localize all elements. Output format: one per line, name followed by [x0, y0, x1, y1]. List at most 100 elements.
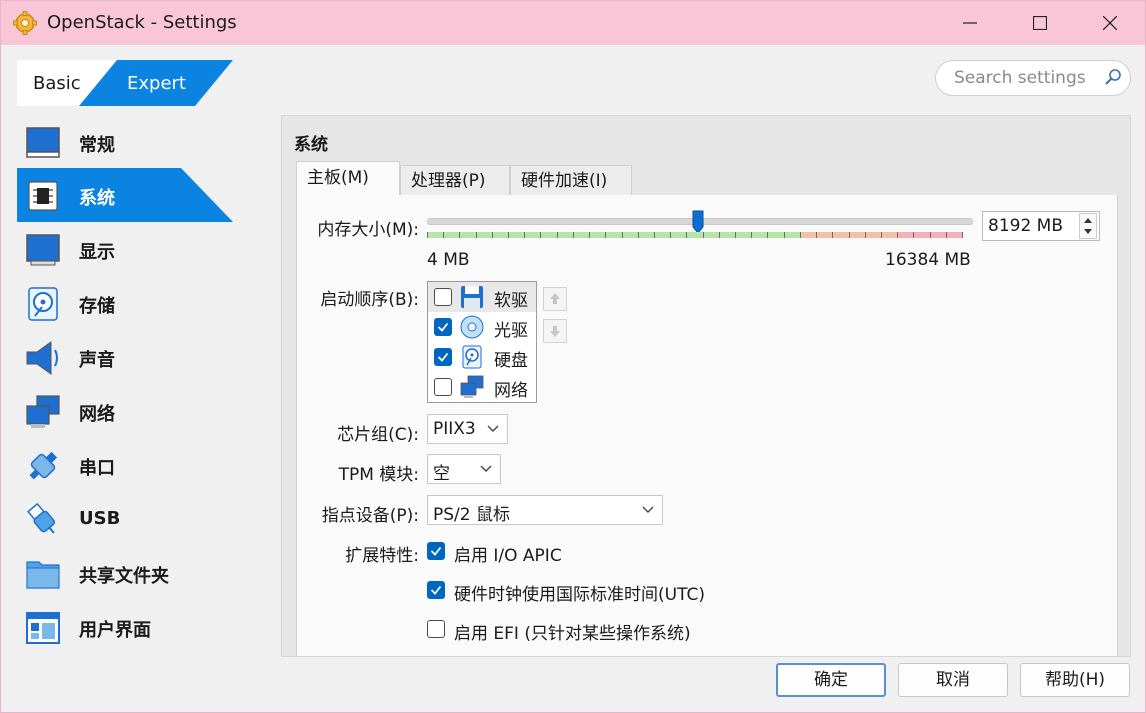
- sidebar-item-user-interface[interactable]: 用户界面: [17, 600, 233, 654]
- slider-tick: [930, 232, 931, 238]
- pointing-device-select[interactable]: PS/2 鼠标: [427, 495, 663, 525]
- slider-tick: [622, 232, 623, 238]
- ok-button[interactable]: 确定: [776, 663, 886, 697]
- sidebar-item-storage[interactable]: 存储: [17, 276, 233, 330]
- slider-tick: [557, 232, 558, 238]
- app-gear-icon: [13, 11, 37, 35]
- maximize-button[interactable]: [1005, 1, 1075, 45]
- boot-harddisk-checkbox[interactable]: [434, 348, 452, 366]
- window-layout-icon: [26, 612, 60, 644]
- network-icon: [460, 375, 484, 398]
- memory-value-input[interactable]: [986, 215, 1076, 237]
- efi-checkbox[interactable]: [427, 620, 445, 638]
- sidebar-item-display[interactable]: 显示: [17, 222, 233, 276]
- hard-disk-icon: [462, 345, 482, 369]
- chipset-value: PIIX3: [433, 419, 476, 439]
- tpm-value: 空: [433, 464, 450, 484]
- sidebar-item-usb[interactable]: USB: [17, 492, 233, 546]
- sidebar-item-general[interactable]: 常规: [17, 115, 233, 169]
- tab-motherboard[interactable]: 主板(M): [296, 161, 400, 195]
- efi-label: 启用 EFI (只针对某些操作系统): [454, 624, 691, 644]
- search-icon[interactable]: [1104, 68, 1122, 86]
- slider-tick: [865, 232, 866, 238]
- chevron-down-icon: [480, 465, 492, 472]
- sidebar-item-serial[interactable]: 串口: [17, 438, 233, 492]
- window-title: OpenStack - Settings: [47, 12, 237, 33]
- close-button[interactable]: [1075, 1, 1145, 45]
- boot-network-checkbox[interactable]: [434, 378, 452, 396]
- tab-acceleration[interactable]: 硬件加速(I): [510, 165, 632, 195]
- mode-expert-button[interactable]: Expert: [127, 73, 186, 94]
- list-item[interactable]: 光驱: [428, 312, 536, 342]
- help-button[interactable]: 帮助(H): [1020, 663, 1130, 697]
- serial-port-icon: [29, 451, 58, 480]
- chipset-select[interactable]: PIIX3: [427, 414, 508, 444]
- chevron-down-icon: [487, 425, 499, 432]
- sidebar-item-label: 系统: [79, 188, 115, 209]
- memory-slider-scale: [427, 232, 963, 238]
- close-icon: [1103, 16, 1117, 30]
- speaker-icon: [26, 341, 58, 375]
- list-item[interactable]: 网络: [428, 372, 536, 402]
- sidebar-item-label: 存储: [79, 296, 115, 317]
- tab-processor[interactable]: 处理器(P): [400, 165, 510, 195]
- sidebar-item-label: 串口: [79, 458, 115, 479]
- sidebar-item-system[interactable]: 系统: [17, 168, 233, 222]
- sidebar-item-audio[interactable]: 声音: [17, 330, 233, 384]
- utc-clock-checkbox[interactable]: [427, 581, 445, 599]
- memory-label: 内存大小(M):: [317, 220, 419, 240]
- cancel-button[interactable]: 取消: [898, 663, 1008, 697]
- ioapic-label: 启用 I/O APIC: [454, 546, 562, 566]
- sidebar-item-label: USB: [79, 508, 121, 529]
- pointing-device-value: PS/2 鼠标: [433, 505, 510, 525]
- arrow-down-icon: [550, 326, 560, 337]
- memory-slider-handle[interactable]: [692, 210, 704, 234]
- minimize-button[interactable]: [935, 1, 1005, 45]
- slider-tick: [443, 232, 444, 238]
- mode-basic-button[interactable]: Basic: [33, 73, 81, 94]
- spin-arrows-icon[interactable]: [1079, 213, 1097, 239]
- slider-tick: [800, 232, 801, 238]
- folder-icon: [26, 561, 60, 589]
- memory-spinbox: [982, 211, 1100, 241]
- move-up-button[interactable]: [543, 287, 567, 311]
- slider-tick: [589, 232, 590, 238]
- boot-order-label: 启动顺序(B):: [320, 290, 419, 310]
- pointing-device-label: 指点设备(P):: [321, 506, 419, 526]
- sidebar-item-label: 共享文件夹: [79, 566, 169, 587]
- search-input[interactable]: [952, 66, 1104, 90]
- memory-range-band: [427, 232, 803, 238]
- slider-tick: [686, 232, 687, 238]
- slider-tick: [476, 232, 477, 238]
- move-down-button[interactable]: [543, 319, 567, 343]
- monitor-icon: [26, 127, 60, 158]
- slider-tick: [832, 232, 833, 238]
- utc-clock-option[interactable]: 硬件时钟使用国际标准时间(UTC): [427, 580, 727, 605]
- efi-option[interactable]: 启用 EFI (只针对某些操作系统): [427, 619, 717, 644]
- network-icon: [26, 395, 60, 428]
- sidebar-item-shared-folders[interactable]: 共享文件夹: [17, 546, 233, 600]
- tpm-select[interactable]: 空: [427, 454, 501, 484]
- list-item[interactable]: 软驱: [428, 282, 536, 312]
- slider-tick: [703, 232, 704, 238]
- sidebar-item-label: 用户界面: [79, 620, 151, 641]
- slider-tick: [751, 232, 752, 238]
- slider-tick: [849, 232, 850, 238]
- optical-disc-icon: [460, 315, 484, 339]
- sidebar-item-network[interactable]: 网络: [17, 384, 233, 438]
- ioapic-option[interactable]: 启用 I/O APIC: [427, 541, 607, 566]
- motherboard-tab-content: 内存大小(M): 4 MB 16384 MB 启动顺序(B):: [296, 195, 1118, 656]
- boot-optical-checkbox[interactable]: [434, 318, 452, 336]
- slider-tick: [427, 232, 428, 238]
- ioapic-checkbox[interactable]: [427, 542, 445, 560]
- system-panel: 系统 主板(M) 处理器(P) 硬件加速(I) 内存大小(M): 4 MB 16…: [281, 115, 1131, 657]
- mode-switch: Basic Expert: [17, 60, 233, 106]
- slider-tick: [508, 232, 509, 238]
- boot-floppy-checkbox[interactable]: [434, 288, 452, 306]
- list-item[interactable]: 硬盘: [428, 342, 536, 372]
- slider-tick: [573, 232, 574, 238]
- floppy-icon: [461, 286, 483, 308]
- slider-tick: [816, 232, 817, 238]
- title-bar: OpenStack - Settings: [1, 1, 1145, 45]
- sidebar-item-label: 网络: [79, 404, 115, 425]
